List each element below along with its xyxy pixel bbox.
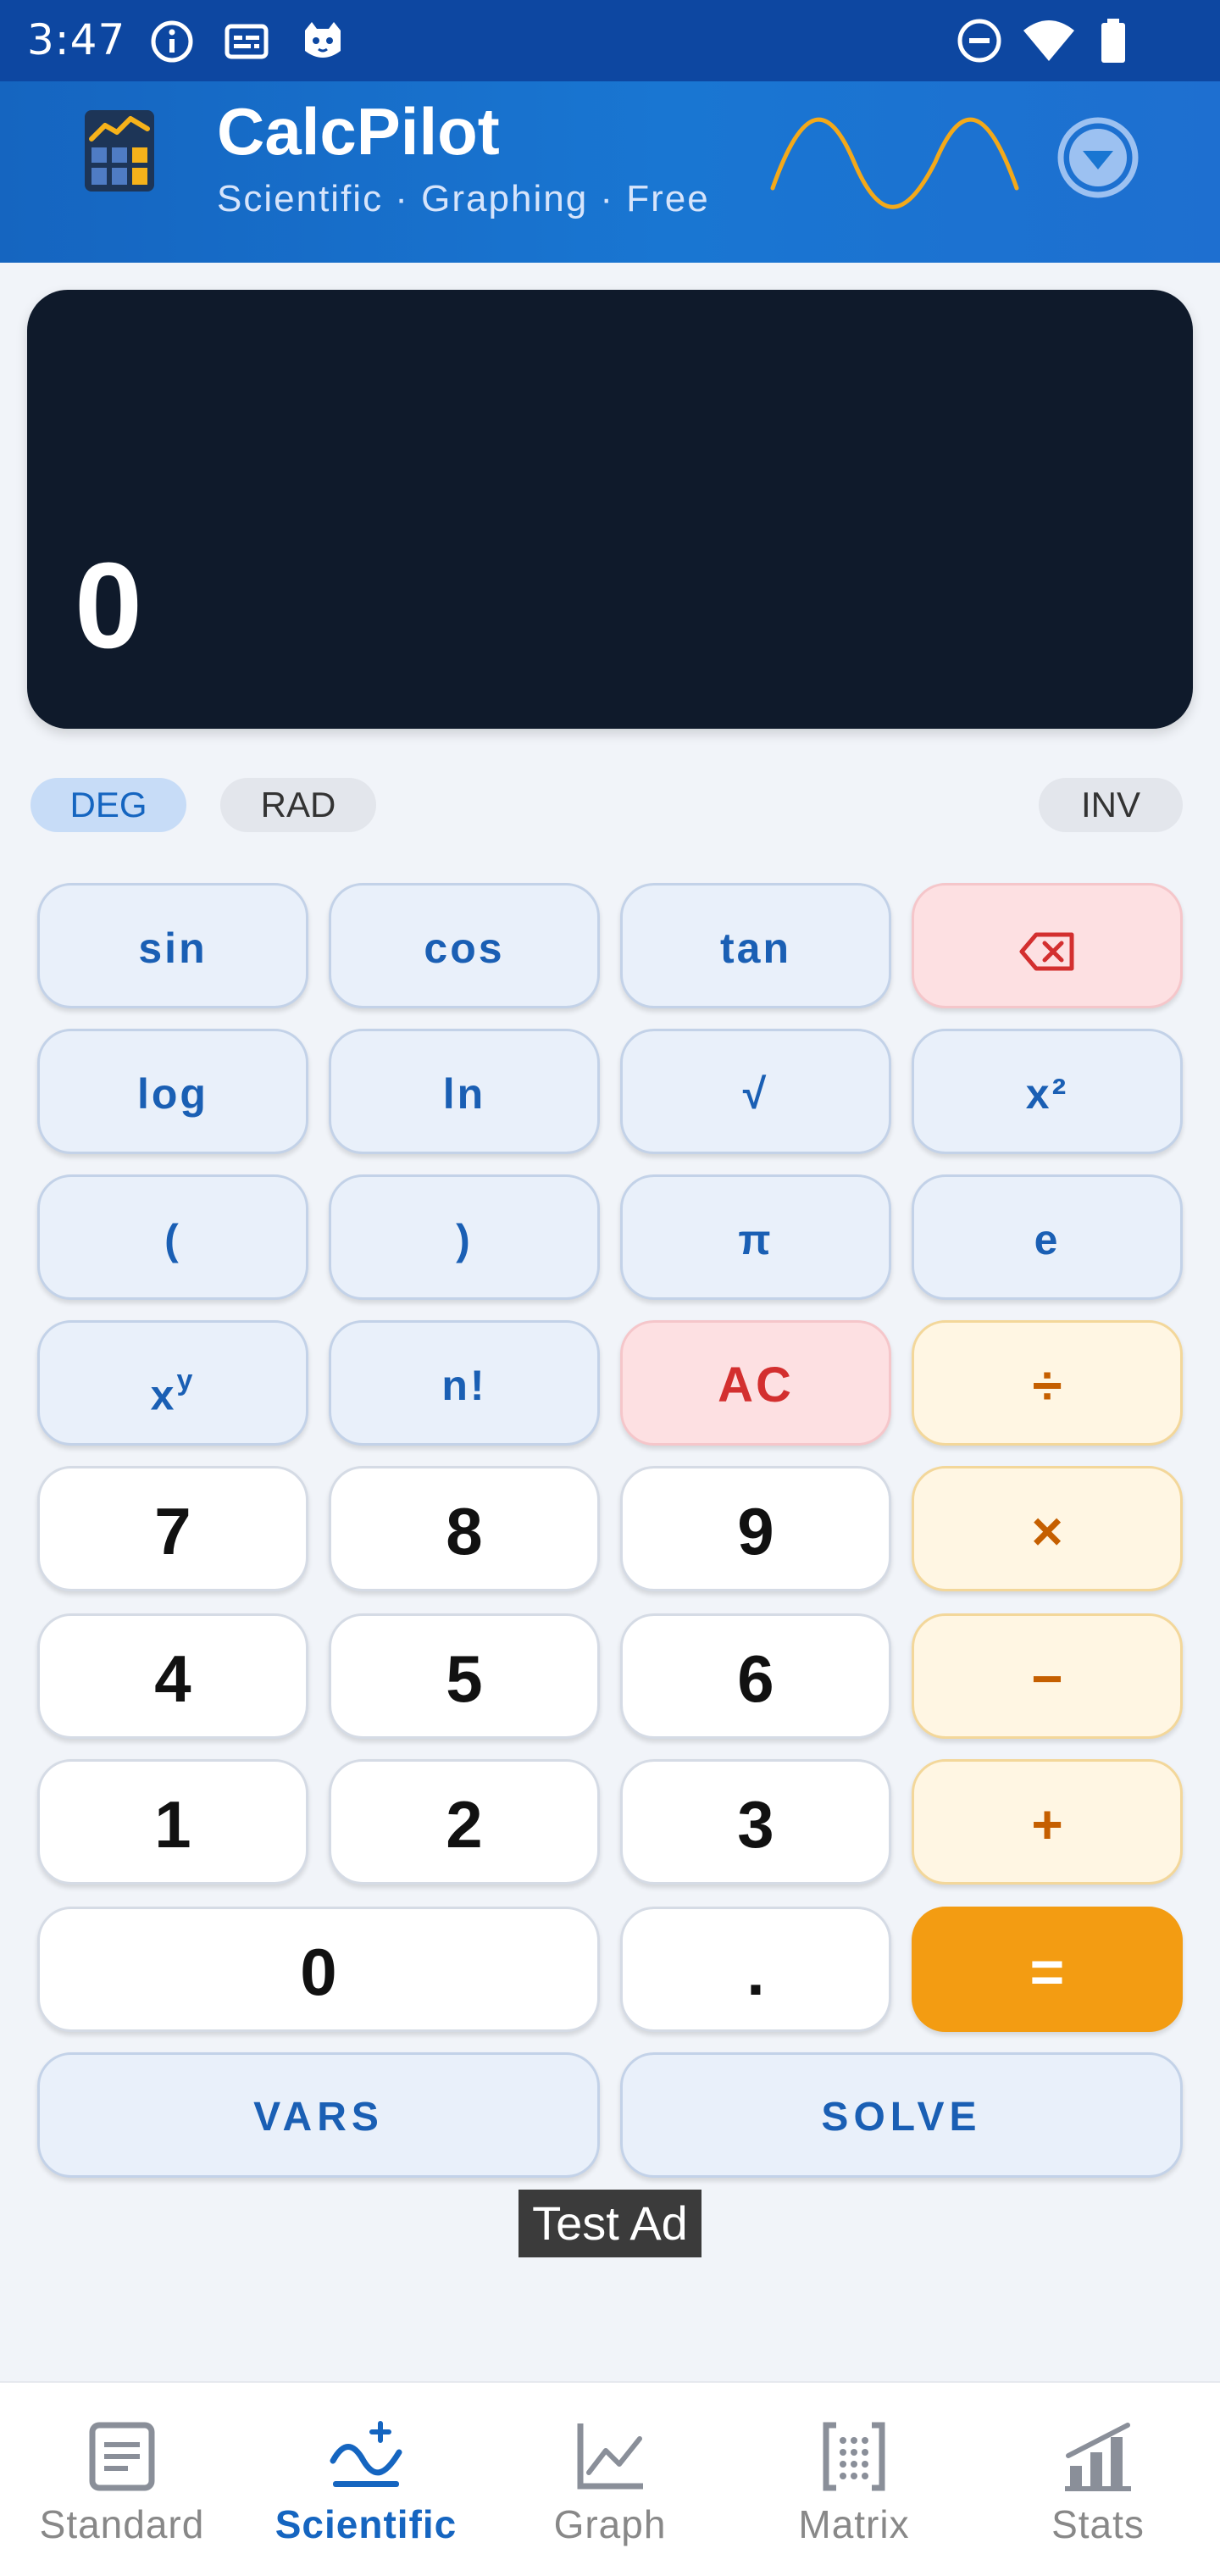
- digit-9-button[interactable]: 9: [620, 1466, 891, 1591]
- inv-toggle[interactable]: INV: [1039, 778, 1183, 832]
- power-exponent: y: [176, 1364, 196, 1396]
- digit-6-button[interactable]: 6: [620, 1613, 891, 1739]
- bottom-navigation: Standard Scientific Graph Matrix Stats: [0, 2381, 1220, 2576]
- bar-chart-icon: [1065, 2423, 1131, 2491]
- power-button[interactable]: xy: [37, 1320, 308, 1446]
- divide-button[interactable]: ÷: [912, 1320, 1183, 1446]
- subtitles-icon: [225, 24, 269, 59]
- status-bar: 3:47: [0, 0, 1220, 81]
- battery-icon: [1101, 19, 1125, 63]
- right-paren-button[interactable]: ): [329, 1174, 600, 1300]
- nav-label-graph: Graph: [553, 2502, 667, 2546]
- e-button[interactable]: e: [912, 1174, 1183, 1300]
- status-time: 3:47: [27, 15, 126, 64]
- vars-button[interactable]: VARS: [37, 2052, 600, 2178]
- digit-8-button[interactable]: 8: [329, 1466, 600, 1591]
- display-value: 0: [75, 537, 143, 674]
- nav-item-standard[interactable]: Standard: [0, 2383, 244, 2576]
- nav-label-standard: Standard: [39, 2502, 205, 2546]
- backspace-icon: [1019, 932, 1074, 971]
- nav-label-stats: Stats: [1051, 2502, 1145, 2546]
- backspace-button[interactable]: [912, 883, 1183, 1008]
- digit-3-button[interactable]: 3: [620, 1759, 891, 1885]
- app-title: CalcPilot: [217, 94, 500, 169]
- digit-5-button[interactable]: 5: [329, 1613, 600, 1739]
- digit-7-button[interactable]: 7: [37, 1466, 308, 1591]
- app-logo-icon: [85, 110, 154, 192]
- chevron-down-circle-icon[interactable]: [1056, 115, 1140, 200]
- calculator-display: 0: [27, 290, 1193, 729]
- nav-label-scientific: Scientific: [274, 2502, 458, 2546]
- factorial-button[interactable]: n!: [329, 1320, 600, 1446]
- nav-item-stats[interactable]: Stats: [976, 2383, 1220, 2576]
- matrix-icon: [823, 2422, 885, 2491]
- ln-button[interactable]: ln: [329, 1029, 600, 1154]
- digit-4-button[interactable]: 4: [37, 1613, 308, 1739]
- sqrt-button[interactable]: √: [620, 1029, 891, 1154]
- decimal-button[interactable]: .: [620, 1907, 891, 2032]
- square-button[interactable]: x²: [912, 1029, 1183, 1154]
- digit-1-button[interactable]: 1: [37, 1759, 308, 1885]
- nav-item-graph[interactable]: Graph: [488, 2383, 732, 2576]
- nav-item-matrix[interactable]: Matrix: [732, 2383, 976, 2576]
- nav-label-matrix: Matrix: [798, 2502, 910, 2546]
- deg-toggle[interactable]: DEG: [30, 778, 186, 832]
- sine-wave-icon: [770, 117, 1019, 209]
- rad-toggle[interactable]: RAD: [220, 778, 376, 832]
- info-icon: [151, 20, 193, 63]
- wifi-icon: [1023, 20, 1074, 61]
- document-icon: [89, 2422, 155, 2491]
- log-button[interactable]: log: [37, 1029, 308, 1154]
- digit-2-button[interactable]: 2: [329, 1759, 600, 1885]
- power-base: x: [150, 1371, 177, 1419]
- plus-button[interactable]: +: [912, 1759, 1183, 1885]
- app-bar: CalcPilot Scientific · Graphing · Free: [0, 81, 1220, 263]
- app-subtitle: Scientific · Graphing · Free: [217, 178, 710, 219]
- test-ad-label[interactable]: Test Ad: [518, 2190, 702, 2257]
- cos-button[interactable]: cos: [329, 883, 600, 1008]
- dnd-icon: [957, 19, 1001, 63]
- minus-button[interactable]: −: [912, 1613, 1183, 1739]
- all-clear-button[interactable]: AC: [620, 1320, 891, 1446]
- line-chart-icon: [577, 2423, 643, 2490]
- cat-icon: [305, 22, 341, 58]
- equals-button[interactable]: =: [912, 1907, 1183, 2032]
- scientific-wave-icon: [330, 2421, 402, 2487]
- left-paren-button[interactable]: (: [37, 1174, 308, 1300]
- multiply-button[interactable]: ×: [912, 1466, 1183, 1591]
- nav-item-scientific[interactable]: Scientific: [244, 2383, 488, 2576]
- digit-0-button[interactable]: 0: [37, 1907, 600, 2032]
- tan-button[interactable]: tan: [620, 883, 891, 1008]
- sin-button[interactable]: sin: [37, 883, 308, 1008]
- pi-button[interactable]: π: [620, 1174, 891, 1300]
- solve-button[interactable]: SOLVE: [620, 2052, 1183, 2178]
